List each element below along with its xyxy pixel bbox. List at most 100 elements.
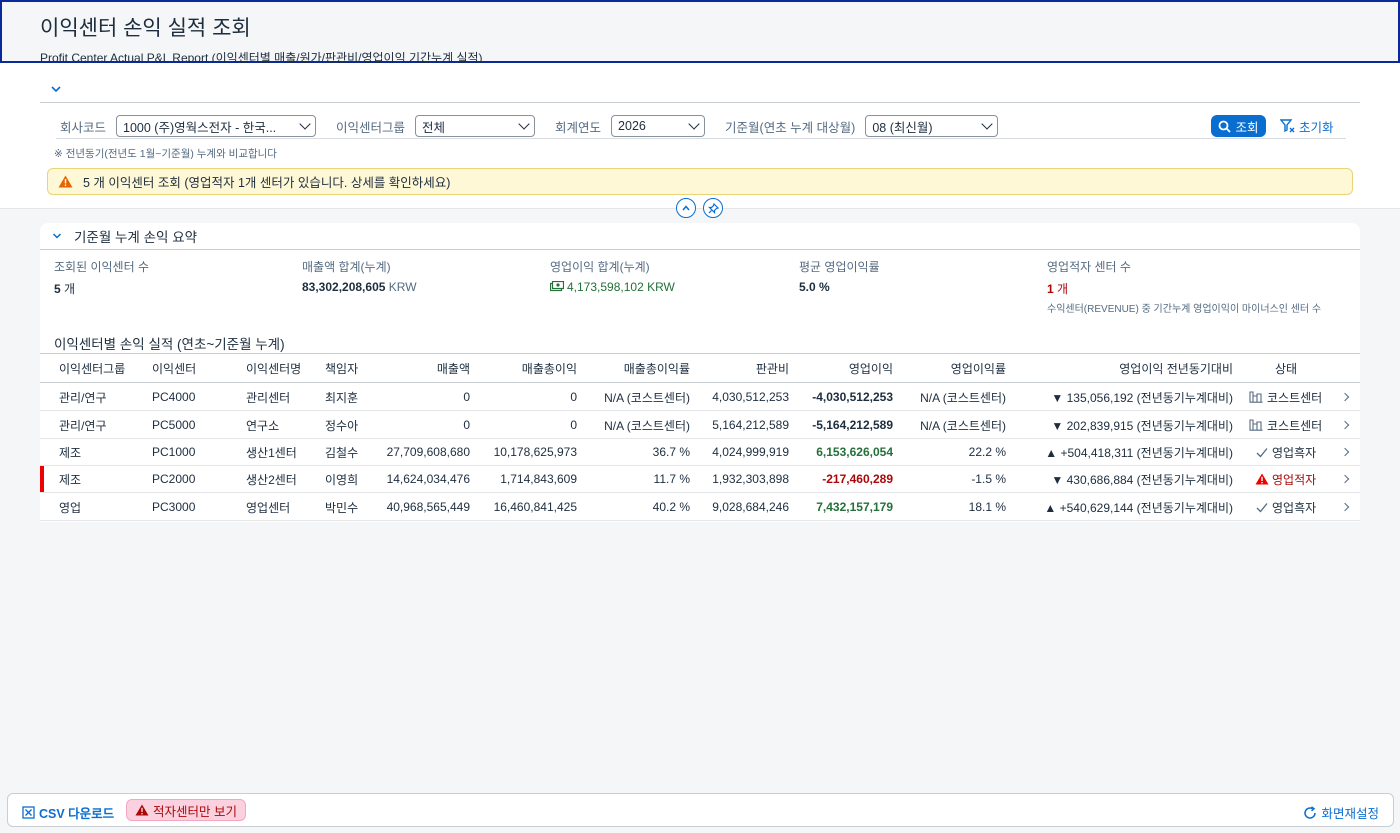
cell-name: 생산2센터 [246, 472, 297, 487]
table-row[interactable]: 제조 PC1000 생산1센터 김철수 27,709,608,680 10,17… [40, 439, 1360, 466]
kpi-loss-center-count: 영업적자 센터 수 1 개 수익센터(REVENUE) 중 기간누계 영업이익이… [1047, 258, 1321, 315]
cell-op-rate: N/A (코스트센터) [920, 390, 1006, 405]
cell-name: 연구소 [246, 418, 280, 433]
cell-gross: 0 [570, 390, 577, 404]
summary-title: 기준월 누계 손익 요약 [74, 230, 198, 245]
warning-text: 5 개 이익센터 조회 (영업적자 1개 센터가 있습니다. 상세를 확인하세요… [83, 176, 451, 190]
chevron-down-icon[interactable] [52, 231, 62, 241]
col-header-op-rate[interactable]: 영업이익률 [951, 355, 1006, 382]
search-icon [1219, 120, 1232, 133]
col-header-gross[interactable]: 매출총이익 [522, 355, 577, 382]
cell-gross: 10,178,625,973 [493, 445, 577, 459]
fiscal-year-label: 회계연도 [555, 120, 602, 135]
title-bar: 이익센터 손익 실적 조회 Profit Center Actual P&L R… [0, 0, 1400, 65]
col-header-gross-rate[interactable]: 매출총이익률 [624, 355, 690, 382]
money-icon [550, 281, 564, 292]
cell-op-rate: 18.1 % [968, 500, 1006, 514]
fiscal-year-select[interactable]: 2026 [611, 115, 706, 137]
col-header-sga[interactable]: 판관비 [756, 355, 789, 382]
cell-owner: 박민수 [325, 500, 359, 515]
cell-sales: 14,624,034,476 [386, 472, 470, 486]
building-icon [1249, 391, 1263, 403]
kpi-center-count: 조회된 이익센터 수 5 개 [54, 258, 149, 297]
cell-group: 영업 [59, 500, 82, 515]
pc-group-select[interactable]: 전체 [415, 115, 536, 137]
collapse-filter-chevron-icon[interactable] [50, 83, 62, 95]
kpi-label: 평균 영업이익률 [799, 260, 880, 274]
company-code-select[interactable]: 1000 (주)영웍스전자 - 한국... [116, 115, 317, 137]
table-row[interactable]: 제조 PC2000 생산2센터 이영희 14,624,034,476 1,714… [40, 466, 1360, 493]
reset-view-button[interactable]: 화면재설정 [1303, 803, 1379, 822]
col-header-yoy[interactable]: 영업이익 전년동기대비 [1119, 355, 1233, 382]
col-header-op[interactable]: 영업이익 [849, 355, 893, 382]
csv-download-button[interactable]: CSV 다운로드 [22, 803, 114, 822]
kpi-label: 조회된 이익센터 수 [54, 260, 149, 274]
row-navigation-icon[interactable] [1340, 474, 1350, 484]
cell-gross: 16,460,841,425 [493, 500, 577, 514]
cell-name: 생산1센터 [246, 445, 297, 460]
table-header-row: 이익센터그룹 이익센터 이익센터명 책임자 매출액 매출총이익 매출총이익률 판… [40, 355, 1360, 383]
col-header-pc[interactable]: 이익센터 [152, 355, 196, 382]
collapse-header-button[interactable] [676, 198, 696, 218]
row-navigation-icon[interactable] [1340, 392, 1350, 402]
summary-header[interactable]: 기준월 누계 손익 요약 [40, 223, 1360, 250]
row-navigation-icon[interactable] [1340, 447, 1350, 457]
table-title: 이익센터별 손익 실적 (연초~기준월 누계) [54, 337, 285, 352]
pc-group-value: 전체 [422, 120, 446, 135]
kpi-label: 영업적자 센터 수 [1047, 260, 1131, 274]
table-row[interactable]: 관리/연구 PC5000 연구소 정수아 0 0 N/A (코스트센터) 5,1… [40, 412, 1360, 439]
cell-gross-rate: 40.2 % [652, 500, 690, 514]
row-critical-indicator [40, 466, 44, 492]
table-row[interactable]: 관리/연구 PC4000 관리센터 최지훈 0 0 N/A (코스트센터) 4,… [40, 384, 1360, 411]
base-month-select[interactable]: 08 (최신월) [865, 115, 999, 137]
csv-download-label: CSV 다운로드 [39, 807, 115, 821]
fiscal-year-value: 2026 [618, 119, 646, 133]
row-navigation-icon[interactable] [1340, 420, 1350, 430]
pin-header-button[interactable] [703, 198, 723, 218]
cell-sales: 40,968,565,449 [386, 500, 470, 514]
col-header-group[interactable]: 이익센터그룹 [59, 355, 125, 382]
pl-table: 이익센터별 손익 실적 (연초~기준월 누계) 이익센터그룹 이익센터 이익센터… [40, 325, 1360, 522]
row-navigation-icon[interactable] [1340, 502, 1350, 512]
cell-yoy: ▼ 135,056,192 (전년동기누계대비) [1051, 390, 1233, 405]
page-title: 이익센터 손익 실적 조회 [40, 17, 251, 40]
cell-yoy: ▲ +504,418,311 (전년동기누계대비) [1045, 445, 1233, 460]
warning-icon [135, 804, 149, 816]
cell-op-rate: N/A (코스트센터) [920, 418, 1006, 433]
cell-pc: PC2000 [152, 472, 196, 486]
reset-button[interactable]: 초기화 [1280, 115, 1334, 137]
kpi-value: 5 개 [54, 282, 76, 296]
loss-center-only-toggle[interactable]: 적자센터만 보기 [126, 799, 246, 821]
kpi-value: 1 개 [1047, 282, 1069, 296]
footer-toolbar: CSV 다운로드 적자센터만 보기 화면재설정 [7, 793, 1394, 827]
pin-icon [707, 202, 719, 214]
cell-yoy: ▼ 202,839,915 (전년동기누계대비) [1051, 418, 1233, 433]
cell-status: 코스트센터 [1249, 412, 1322, 438]
col-header-owner[interactable]: 책임자 [325, 355, 358, 382]
chevron-down-icon [518, 118, 530, 130]
cell-status: 코스트센터 [1249, 384, 1322, 410]
kpi-value: 5.0 % [799, 280, 830, 294]
cell-gross-rate: 36.7 % [652, 445, 690, 459]
col-header-status[interactable]: 상태 [1275, 355, 1297, 382]
cell-name: 관리센터 [246, 390, 291, 405]
pc-group-label: 이익센터그룹 [336, 120, 406, 135]
filter-bar: 회사코드 1000 (주)영웍스전자 - 한국... 이익센터그룹 전체 회계연… [0, 63, 1400, 209]
excel-export-icon [22, 806, 35, 819]
cell-group: 관리/연구 [59, 418, 107, 433]
col-header-sales[interactable]: 매출액 [437, 355, 470, 382]
kpi-label: 매출액 합계(누계) [302, 260, 391, 274]
cell-owner: 김철수 [325, 445, 359, 460]
warning-message-strip: 5 개 이익센터 조회 (영업적자 1개 센터가 있습니다. 상세를 확인하세요… [47, 168, 1353, 195]
search-button[interactable]: 조회 [1211, 115, 1266, 137]
kpi-op-profit-total: 영업이익 합계(누계) 4,173,598,102 KRW [550, 258, 675, 294]
reset-view-label: 화면재설정 [1321, 807, 1379, 821]
cell-pc: PC3000 [152, 500, 196, 514]
table-row[interactable]: 영업 PC3000 영업센터 박민수 40,968,565,449 16,460… [40, 494, 1360, 521]
cell-sga: 4,030,512,253 [712, 390, 789, 404]
cell-owner: 최지훈 [325, 390, 359, 405]
kpi-subtext: 수익센터(REVENUE) 중 기간누계 영업이익이 마이너스인 센터 수 [1047, 304, 1322, 315]
cell-gross: 0 [570, 418, 577, 432]
cell-group: 제조 [59, 445, 82, 460]
col-header-name[interactable]: 이익센터명 [246, 355, 301, 382]
